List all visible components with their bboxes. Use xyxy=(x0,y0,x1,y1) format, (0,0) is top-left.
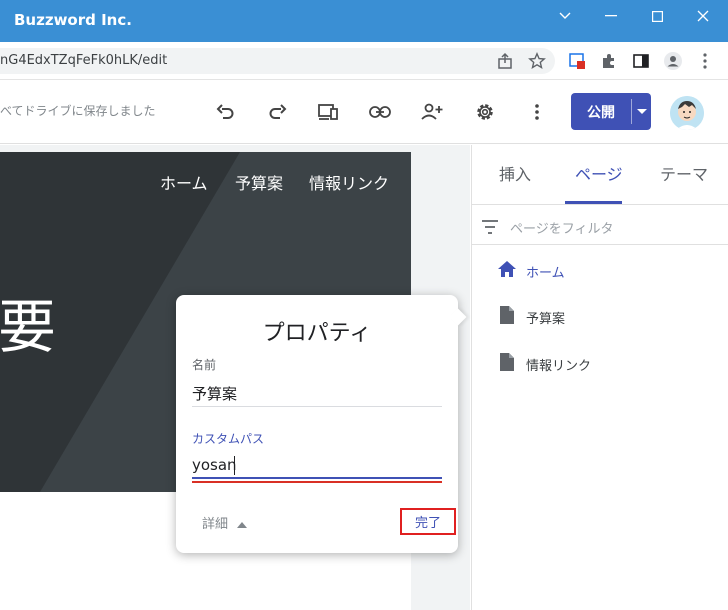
add-person-icon[interactable] xyxy=(420,100,444,124)
redo-icon[interactable] xyxy=(265,100,289,124)
more-options-icon[interactable] xyxy=(525,100,549,124)
publish-label: 公開 xyxy=(587,104,615,121)
hero-nav-info-links[interactable]: 情報リンク xyxy=(309,170,389,194)
url-text: nG4EdxTZqFeFk0hLK/edit xyxy=(0,53,168,68)
close-button[interactable] xyxy=(680,0,726,32)
custom-path-label: カスタムパス xyxy=(192,432,265,446)
tab-themes[interactable]: テーマ xyxy=(660,161,708,185)
preview-devices-icon[interactable] xyxy=(316,100,340,124)
window-titlebar: Buzzword Inc. xyxy=(0,0,728,42)
page-icon xyxy=(500,353,514,371)
hero-nav-home[interactable]: ホーム xyxy=(160,170,208,194)
avatar[interactable] xyxy=(670,96,704,130)
custom-path-field[interactable]: yosan xyxy=(192,456,237,474)
page-filter[interactable]: ページをフィルタ xyxy=(482,215,722,239)
panel-divider xyxy=(472,244,728,245)
url-field[interactable]: nG4EdxTZqFeFk0hLK/edit xyxy=(0,48,555,74)
page-item-label: 情報リンク xyxy=(526,359,592,374)
link-icon[interactable] xyxy=(368,100,392,124)
filter-placeholder: ページをフィルタ xyxy=(510,222,614,237)
window-title: Buzzword Inc. xyxy=(14,11,132,29)
details-label: 詳細 xyxy=(202,517,229,532)
share-icon[interactable] xyxy=(495,51,515,71)
dialog-title: プロパティ xyxy=(262,321,372,346)
extensions-puzzle-icon[interactable] xyxy=(599,51,619,71)
done-button[interactable]: 完了 xyxy=(400,508,456,535)
editor-toolbar: べてドライブに保存しました 公開 xyxy=(0,80,728,144)
text-cursor xyxy=(234,456,235,475)
custom-path-highlight xyxy=(192,481,442,483)
maximize-button[interactable] xyxy=(634,0,680,32)
page-item-label: ホーム xyxy=(526,266,565,281)
page-item-home[interactable]: ホーム xyxy=(496,259,716,283)
undo-icon[interactable] xyxy=(214,100,238,124)
address-bar: nG4EdxTZqFeFk0hLK/edit xyxy=(0,42,728,80)
page-icon xyxy=(500,306,514,324)
publish-button[interactable]: 公開 xyxy=(571,93,651,130)
minimize-button[interactable] xyxy=(588,0,634,32)
details-toggle[interactable]: 詳細 xyxy=(202,513,248,532)
properties-dialog: プロパティ 名前 予算案 カスタムパス yosan 詳細 完了 xyxy=(176,295,467,553)
home-icon xyxy=(498,261,516,277)
publish-dropdown-icon[interactable] xyxy=(632,93,651,130)
name-field-underline xyxy=(192,406,442,407)
tab-insert[interactable]: 挿入 xyxy=(499,161,531,185)
chevron-down-icon[interactable] xyxy=(542,0,588,32)
extension-screenshot-icon[interactable] xyxy=(567,51,587,71)
save-status: べてドライブに保存しました xyxy=(0,104,156,118)
name-label: 名前 xyxy=(192,358,217,372)
tab-pages[interactable]: ページ xyxy=(575,161,623,185)
right-panel: 挿入 ページ テーマ ページをフィルタ ホーム 予算案 情報リンク xyxy=(471,145,728,610)
custom-path-underline xyxy=(192,477,442,479)
name-field[interactable]: 予算案 xyxy=(192,383,237,404)
panel-divider xyxy=(472,204,728,205)
hero-title[interactable]: 要 xyxy=(0,280,56,364)
hero-nav-budget[interactable]: 予算案 xyxy=(235,170,283,194)
bookmark-star-icon[interactable] xyxy=(527,51,547,71)
filter-icon xyxy=(482,220,498,234)
browser-menu-icon[interactable] xyxy=(695,51,715,71)
settings-gear-icon[interactable] xyxy=(473,100,497,124)
page-item-budget[interactable]: 予算案 xyxy=(496,305,716,329)
profile-icon[interactable] xyxy=(663,51,683,71)
side-panel-icon[interactable] xyxy=(631,51,651,71)
chevron-up-icon xyxy=(237,522,248,528)
page-item-label: 予算案 xyxy=(526,312,566,327)
page-item-info-links[interactable]: 情報リンク xyxy=(496,352,716,376)
